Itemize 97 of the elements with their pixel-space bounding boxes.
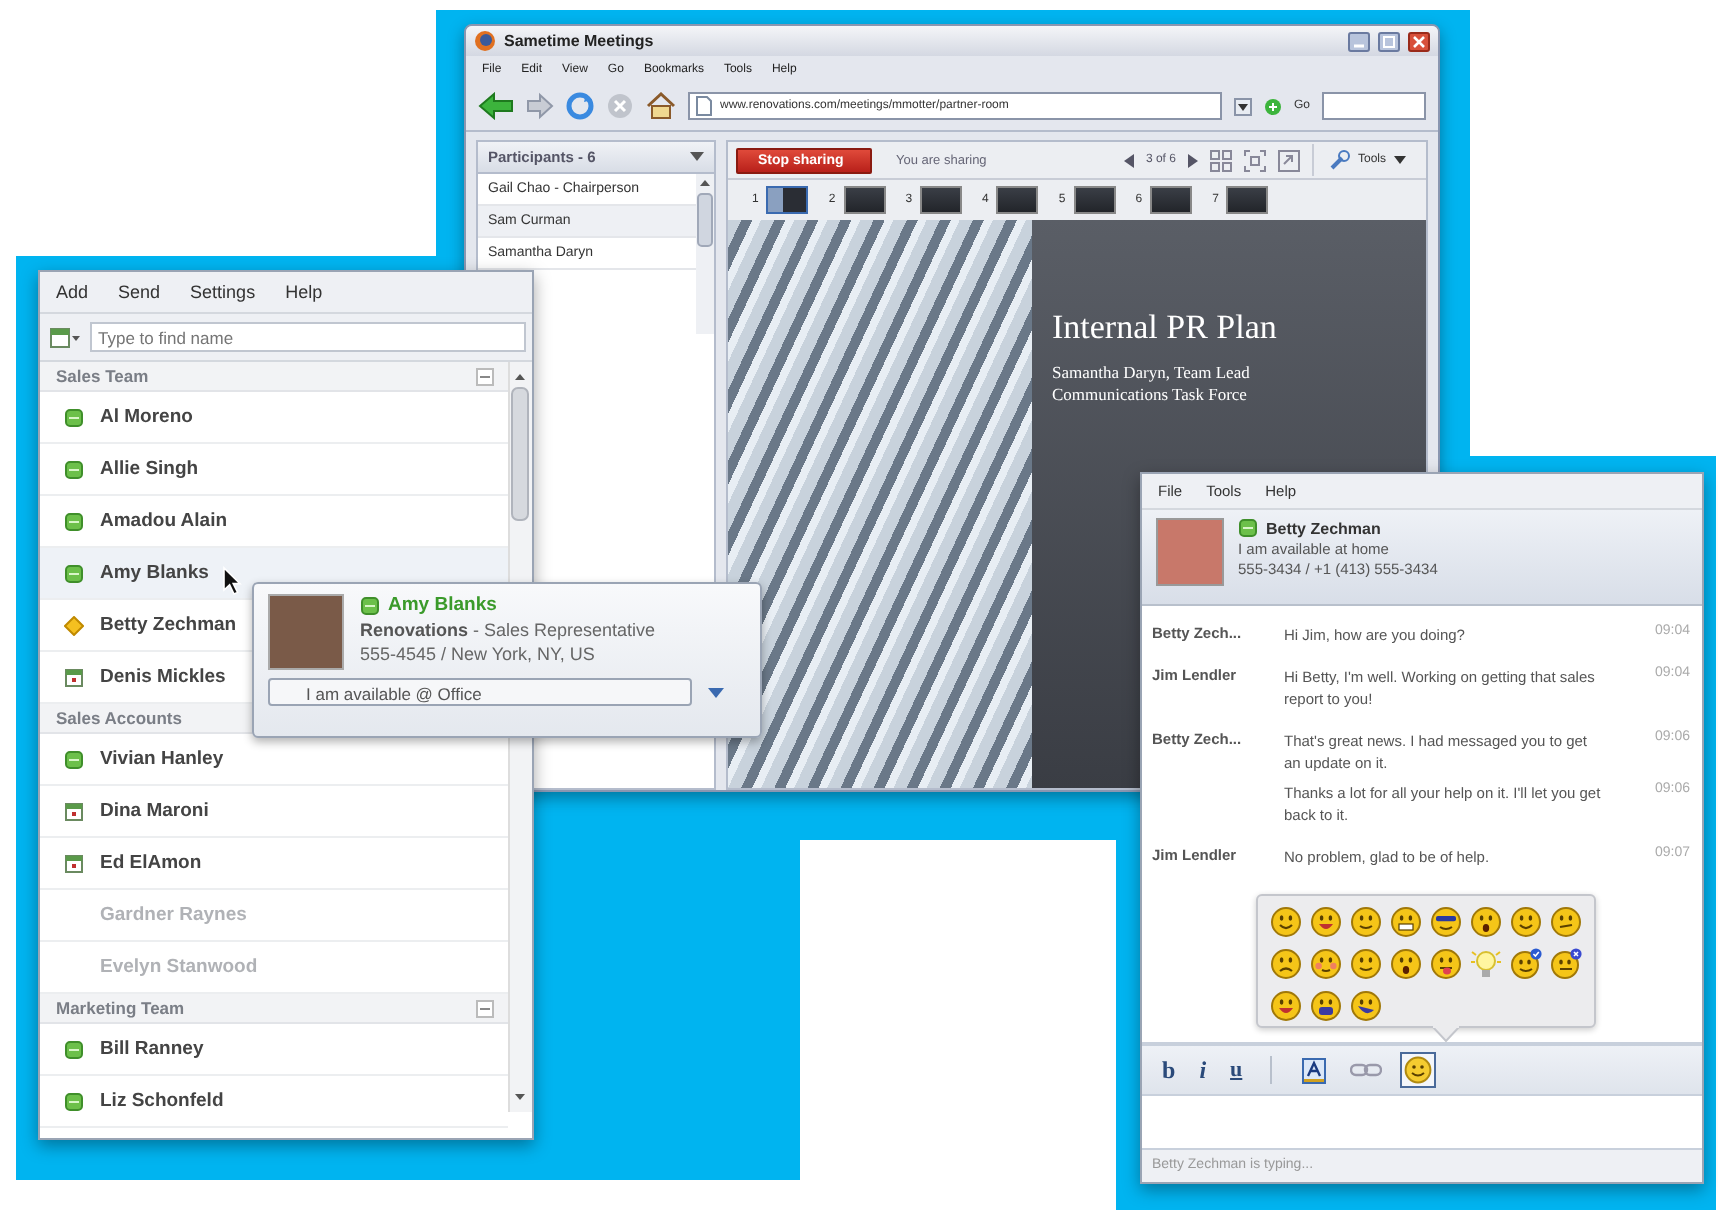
status-menu-icon[interactable] <box>50 327 82 347</box>
scrollbar[interactable] <box>696 174 714 334</box>
contact-name: Ed ElAmon <box>100 852 202 874</box>
previous-icon[interactable] <box>1123 153 1134 167</box>
smiley-icon[interactable] <box>1310 906 1342 938</box>
smiley-icon[interactable] <box>1390 948 1422 980</box>
cursor-icon <box>222 566 242 596</box>
smiley-icon[interactable] <box>1430 948 1462 980</box>
page-icon <box>696 96 712 116</box>
contact-name: Gardner Raynes <box>100 904 247 926</box>
contact-name: Liz Schonfeld <box>100 1090 224 1112</box>
caret-icon[interactable] <box>708 687 724 697</box>
search-field[interactable]: Type to find name <box>90 322 526 352</box>
group-header[interactable]: Marketing Team <box>40 994 508 1024</box>
status-message-field[interactable]: I am available @ Office <box>268 678 692 706</box>
smiley-icon[interactable] <box>1350 948 1382 980</box>
contact-name: Betty Zechman <box>100 614 237 636</box>
next-icon[interactable] <box>1187 153 1198 167</box>
fit-screen-icon[interactable] <box>1243 149 1266 171</box>
group-name: Sales Accounts <box>56 708 182 728</box>
caret-icon[interactable] <box>690 152 704 162</box>
smiley-icon[interactable] <box>1310 990 1342 1022</box>
home-icon[interactable] <box>646 92 676 120</box>
menu-item[interactable]: Add <box>56 282 89 302</box>
smiley-icon[interactable] <box>1270 906 1302 938</box>
smiley-icon[interactable] <box>1390 906 1422 938</box>
contact-row[interactable]: Allie Singh <box>40 444 508 496</box>
smiley-icon[interactable] <box>1510 906 1542 938</box>
smiley-icon[interactable] <box>1270 990 1302 1022</box>
dropdown-icon[interactable] <box>1233 97 1252 115</box>
slide-thumbnail[interactable] <box>1226 186 1269 214</box>
company-role: Renovations - Sales Representative <box>360 620 656 640</box>
contact-name: Dina Maroni <box>100 800 209 822</box>
collapse-icon[interactable] <box>476 999 494 1017</box>
smiley-icon[interactable] <box>1550 948 1582 980</box>
smiley-icon[interactable] <box>1350 990 1382 1022</box>
expand-icon[interactable] <box>1277 149 1300 171</box>
contact-name: Bill Ranney <box>100 1038 204 1060</box>
contact-row[interactable]: Dina Maroni <box>40 786 508 838</box>
smiley-icon[interactable] <box>1350 906 1382 938</box>
contact-name: Al Moreno <box>100 406 193 428</box>
contact-name: Betty Zechman <box>1266 519 1381 537</box>
smiley-icon[interactable] <box>1470 906 1502 938</box>
slide-thumbnail[interactable] <box>766 186 809 214</box>
contact-name: Amy Blanks <box>100 562 209 584</box>
smiley-icon[interactable] <box>1310 948 1342 980</box>
smiley-icon[interactable] <box>1430 906 1462 938</box>
contact-row[interactable]: Liz Schonfeld <box>40 1076 508 1128</box>
slide-thumbnail[interactable] <box>920 186 963 214</box>
slide-thumbnail[interactable] <box>1073 186 1116 214</box>
slide-title: Internal PR Plan <box>1052 308 1277 348</box>
smiley-icon[interactable] <box>1550 906 1582 938</box>
message-input[interactable] <box>1142 1096 1702 1150</box>
grid-view-icon[interactable] <box>1209 149 1232 171</box>
contact-name: Vivian Hanley <box>100 748 224 770</box>
contact-row[interactable]: Al Moreno <box>40 392 508 444</box>
contact-row[interactable]: Bill Ranney <box>40 1024 508 1076</box>
group-name: Marketing Team <box>56 998 185 1018</box>
contact-row[interactable]: Ed ElAmon <box>40 838 508 890</box>
contact-name: Allie Singh <box>100 458 199 480</box>
slide-thumbnail[interactable] <box>1150 186 1193 214</box>
app-icon <box>474 30 496 52</box>
contact-name: Amy Blanks <box>388 594 497 616</box>
underline-button[interactable]: u <box>1226 1058 1247 1082</box>
photo-placeholder <box>1156 518 1224 586</box>
emoticon-button[interactable] <box>1400 1052 1437 1088</box>
maximize-icon[interactable] <box>1378 31 1400 51</box>
window-title: Sametime Meetings <box>504 32 654 50</box>
menu-item[interactable]: Settings <box>190 282 256 302</box>
smiley-icon[interactable] <box>1270 948 1302 980</box>
slide-subtitle: Samantha Daryn, Team Lead <box>1052 362 1252 382</box>
menu-item[interactable]: Send <box>118 282 161 302</box>
contact-name: Denis Mickles <box>100 666 226 688</box>
collapse-icon[interactable] <box>476 367 494 385</box>
italic-button[interactable]: i <box>1195 1055 1211 1085</box>
smiley-icon[interactable] <box>1510 948 1542 980</box>
slide-subtitle: Communications Task Force <box>1052 384 1249 404</box>
contact-name: Amadou Alain <box>100 510 228 532</box>
back-arrow-icon[interactable] <box>478 92 514 120</box>
minimize-icon[interactable] <box>1348 31 1370 51</box>
contact-details: 555-4545 / New York, NY, US <box>360 644 597 664</box>
slide-thumbnail[interactable] <box>996 186 1039 214</box>
bold-button[interactable]: b <box>1158 1055 1180 1085</box>
search-field[interactable] <box>1322 92 1426 120</box>
go-icon[interactable] <box>1263 97 1282 115</box>
group-header[interactable]: Sales Team <box>40 362 508 392</box>
photo-placeholder <box>268 594 344 670</box>
refresh-icon[interactable] <box>566 92 594 120</box>
link-icon <box>1350 1062 1383 1078</box>
group-name: Sales Team <box>56 366 149 386</box>
font-color-icon <box>1302 1057 1327 1083</box>
menu-item[interactable]: Help <box>285 282 323 302</box>
contact-name: Evelyn Stanwood <box>100 956 258 978</box>
caret-icon <box>1394 156 1406 164</box>
smiley-icon <box>1404 1056 1433 1084</box>
close-icon[interactable] <box>1408 31 1430 51</box>
slide-thumbnail[interactable] <box>843 186 886 214</box>
